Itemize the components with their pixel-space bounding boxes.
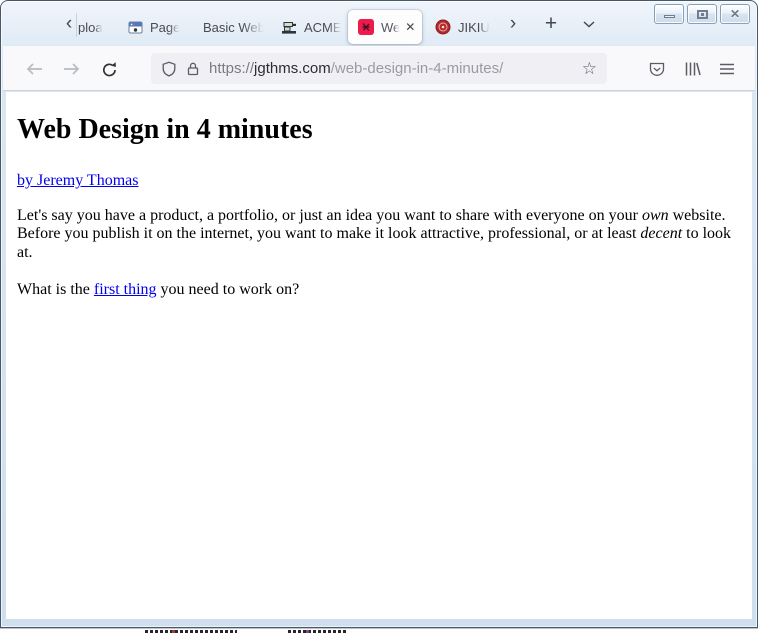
url-path: /web-design-in-4-minutes/ — [330, 60, 504, 77]
text-segment: decent — [640, 225, 683, 243]
inline-link[interactable]: first thing — [94, 281, 157, 298]
lock-icon[interactable] — [186, 61, 200, 77]
scroll-tabs-right-button[interactable]: › — [501, 14, 525, 36]
text-segment: Let's say you have a product, a portfoli… — [17, 206, 642, 224]
reload-button[interactable] — [98, 58, 120, 80]
occluded-background-window — [0, 628, 758, 633]
question-paragraph: What is the first thing you need to work… — [17, 281, 740, 300]
list-all-tabs-button[interactable] — [575, 14, 603, 36]
page-content: Web Design in 4 minutes by Jeremy Thomas… — [6, 92, 752, 619]
web-design-favicon-icon — [358, 19, 374, 35]
page-archive-favicon-icon — [128, 21, 143, 34]
tab-upload[interactable]: ploa — [78, 10, 122, 44]
new-tab-button[interactable]: + — [537, 13, 565, 36]
pocket-icon — [649, 62, 665, 76]
tab-bar: ‹ ploa Page Basic Web ACME We ✕ JIKIU › … — [1, 1, 757, 46]
text-segment: you need to work on? — [156, 280, 300, 298]
text-segment: What is the — [17, 280, 94, 298]
byline-link[interactable]: by Jeremy Thomas — [17, 172, 138, 189]
tab-acme[interactable]: ACME — [275, 10, 349, 44]
tab-label: ploa — [78, 19, 103, 35]
forward-button[interactable] — [60, 58, 82, 80]
tab-page[interactable]: Page — [122, 10, 198, 44]
chevron-down-icon — [583, 21, 595, 28]
tab-label: Page — [150, 19, 181, 35]
tab-label: We — [381, 19, 401, 35]
url-protocol: https:// — [209, 60, 255, 77]
minimize-button[interactable] — [654, 4, 684, 24]
url-domain: jgthms.com — [254, 60, 331, 77]
browser-window: ‹ ploa Page Basic Web ACME We ✕ JIKIU › … — [0, 0, 758, 628]
intro-paragraph: Let's say you have a product, a portfoli… — [17, 207, 740, 263]
tab-basic-web[interactable]: Basic Web — [199, 10, 273, 44]
forward-arrow-icon — [63, 63, 79, 75]
back-arrow-icon — [26, 63, 42, 75]
hamburger-menu-icon — [720, 63, 734, 75]
tab-separator — [76, 13, 77, 37]
page-title: Web Design in 4 minutes — [17, 114, 313, 145]
jikiu-favicon-icon — [435, 19, 451, 35]
library-icon — [685, 62, 701, 76]
maximize-button[interactable] — [687, 4, 717, 24]
text-segment: own — [641, 206, 669, 224]
url-text[interactable]: https://jgthms.com/web-design-in-4-minut… — [209, 60, 582, 77]
pocket-button[interactable] — [646, 58, 668, 80]
url-bar[interactable]: https://jgthms.com/web-design-in-4-minut… — [151, 53, 607, 84]
tab-jikiu[interactable]: JIKIU — [429, 10, 501, 44]
back-button[interactable] — [23, 58, 45, 80]
maximize-icon — [697, 10, 708, 19]
tracking-protection-shield-icon[interactable] — [161, 61, 177, 77]
tab-label: ACME — [304, 19, 342, 35]
reload-icon — [102, 61, 116, 76]
tab-close-icon[interactable]: ✕ — [405, 21, 415, 33]
bookmark-star-icon[interactable]: ☆ — [582, 60, 597, 77]
tab-web-design-active[interactable]: We ✕ — [348, 10, 422, 44]
tab-label: Basic Web — [203, 19, 265, 35]
library-button[interactable] — [681, 58, 703, 80]
close-icon: ✕ — [729, 7, 741, 21]
close-button[interactable]: ✕ — [720, 4, 750, 24]
minimize-icon — [664, 15, 675, 18]
navigation-toolbar: https://jgthms.com/web-design-in-4-minut… — [3, 46, 755, 91]
acme-favicon-icon — [281, 20, 297, 34]
tab-label: JIKIU — [458, 19, 490, 35]
menu-button[interactable] — [716, 58, 738, 80]
